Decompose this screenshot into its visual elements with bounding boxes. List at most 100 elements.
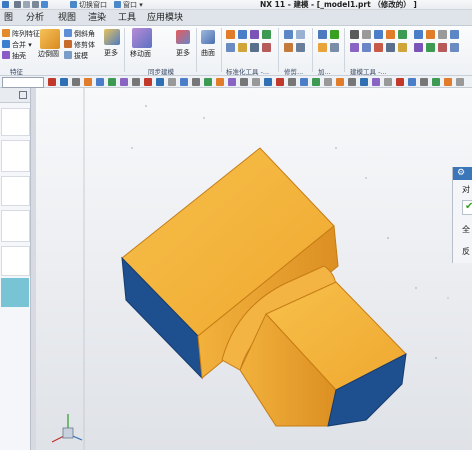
build-tool-icon[interactable] [426, 30, 435, 39]
tool-icon[interactable] [226, 43, 235, 52]
snap-icon[interactable] [192, 78, 200, 86]
draft-button[interactable]: 拔模 [64, 51, 88, 61]
build-tool-icon[interactable] [362, 43, 371, 52]
build-tool-icon[interactable] [426, 43, 435, 52]
menu-view[interactable]: 视图 [58, 10, 76, 26]
trim-body-button[interactable]: 修剪体 [64, 40, 95, 50]
snap-icon[interactable] [360, 78, 368, 86]
switch-window-button[interactable]: 切换窗口 [70, 0, 107, 10]
chamfer-button[interactable]: 倒斜角 [64, 29, 95, 39]
move-face-icon[interactable] [132, 28, 152, 48]
snap-icon[interactable] [120, 78, 128, 86]
add-tool-icon[interactable] [318, 43, 327, 52]
model-canvas[interactable] [36, 88, 472, 450]
tool-icon[interactable] [238, 30, 247, 39]
more-icon[interactable] [104, 29, 120, 45]
snap-icon[interactable] [240, 78, 248, 86]
build-tool-icon[interactable] [438, 30, 447, 39]
build-tool-icon[interactable] [350, 43, 359, 52]
navigator-button[interactable] [1, 176, 30, 206]
tool-icon[interactable] [262, 43, 271, 52]
snap-icon[interactable] [348, 78, 356, 86]
tool-icon[interactable] [238, 43, 247, 52]
quick-access-icons[interactable] [14, 0, 50, 10]
unite-button[interactable]: 合并 ▾ [2, 40, 32, 50]
type-filter-combo[interactable] [2, 77, 44, 88]
build-tool-icon[interactable] [438, 43, 447, 52]
gear-icon[interactable]: ⚙ [457, 168, 465, 178]
add-tool-icon[interactable] [330, 43, 339, 52]
snap-icon[interactable] [408, 78, 416, 86]
snap-icon[interactable] [228, 78, 236, 86]
menu-insert[interactable]: 图 [4, 10, 13, 26]
tool-icon[interactable] [250, 30, 259, 39]
more-button[interactable]: 更多 [104, 49, 118, 58]
build-tool-icon[interactable] [386, 30, 395, 39]
select-object-field[interactable]: ✔ [462, 200, 472, 215]
filter-icon[interactable] [72, 78, 80, 86]
snap-icon[interactable] [168, 78, 176, 86]
maximize-icon[interactable] [19, 91, 27, 99]
filter-icon[interactable] [48, 78, 56, 86]
build-tool-icon[interactable] [414, 43, 423, 52]
snap-icon[interactable] [276, 78, 284, 86]
snap-icon[interactable] [420, 78, 428, 86]
pattern-feature-button[interactable]: 阵列特征 [2, 29, 40, 39]
build-tool-icon[interactable] [398, 43, 407, 52]
menu-render[interactable]: 渲染 [88, 10, 106, 26]
trim-tool-icon[interactable] [284, 30, 293, 39]
check-icon[interactable] [330, 30, 339, 39]
snap-icon[interactable] [372, 78, 380, 86]
snap-icon[interactable] [264, 78, 272, 86]
snap-icon[interactable] [96, 78, 104, 86]
menu-applications[interactable]: 应用模块 [147, 10, 183, 26]
triangle-icon[interactable] [350, 30, 359, 39]
snap-icon[interactable] [456, 78, 464, 86]
filter-icon[interactable] [60, 78, 68, 86]
graphics-window[interactable] [36, 88, 472, 450]
snap-icon[interactable] [336, 78, 344, 86]
snap-icon[interactable] [300, 78, 308, 86]
snap-icon[interactable] [432, 78, 440, 86]
snap-icon[interactable] [396, 78, 404, 86]
window-menu-button[interactable]: 窗口 ▾ [114, 0, 143, 10]
build-tool-icon[interactable] [374, 30, 383, 39]
snap-icon[interactable] [132, 78, 140, 86]
build-tool-icon[interactable] [374, 43, 383, 52]
build-tool-icon[interactable] [398, 30, 407, 39]
tool-icon[interactable] [250, 43, 259, 52]
shell-button[interactable]: 抽壳 [2, 51, 26, 61]
menu-tools[interactable]: 工具 [118, 10, 136, 26]
snap-icon[interactable] [180, 78, 188, 86]
menu-analysis[interactable]: 分析 [26, 10, 44, 26]
snap-icon[interactable] [384, 78, 392, 86]
snap-icon[interactable] [288, 78, 296, 86]
trim-tool-icon[interactable] [296, 30, 305, 39]
trim-tool-icon[interactable] [284, 43, 293, 52]
more-sync-button[interactable]: 更多 [176, 49, 190, 58]
edge-blend-label[interactable]: 边倒圆 [38, 50, 59, 59]
more-sync-icon[interactable] [176, 30, 190, 44]
snap-icon[interactable] [108, 78, 116, 86]
navigator-button[interactable] [1, 210, 30, 242]
snap-icon[interactable] [144, 78, 152, 86]
navigator-button[interactable] [1, 108, 30, 136]
snap-icon[interactable] [216, 78, 224, 86]
tool-icon[interactable] [262, 30, 271, 39]
snap-icon[interactable] [444, 78, 452, 86]
build-tool-icon[interactable] [450, 30, 459, 39]
build-tool-icon[interactable] [386, 43, 395, 52]
snap-icon[interactable] [204, 78, 212, 86]
navigator-button[interactable] [1, 140, 30, 172]
build-tool-icon[interactable] [362, 30, 371, 39]
app-icon[interactable] [2, 0, 11, 10]
tool-icon[interactable] [226, 30, 235, 39]
add-tool-icon[interactable] [318, 30, 327, 39]
snap-icon[interactable] [156, 78, 164, 86]
build-tool-icon[interactable] [450, 43, 459, 52]
build-tool-icon[interactable] [414, 30, 423, 39]
snap-icon[interactable] [324, 78, 332, 86]
edge-blend-icon[interactable] [40, 29, 60, 49]
surface-icon[interactable] [201, 30, 215, 44]
navigator-button[interactable] [1, 246, 30, 276]
